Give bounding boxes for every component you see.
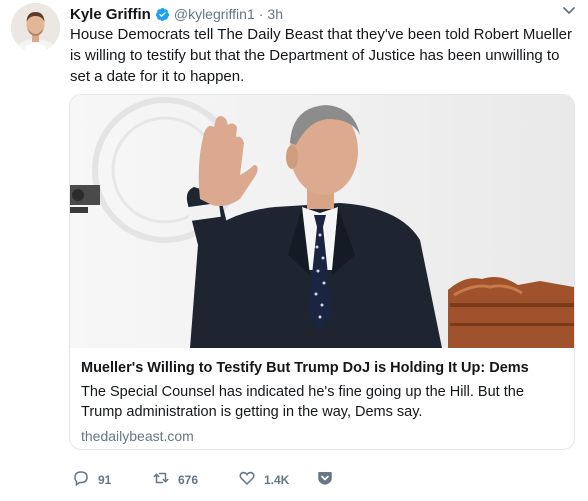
reply-icon	[72, 469, 90, 492]
heart-icon	[238, 469, 256, 492]
card-image	[70, 95, 574, 348]
card-title[interactable]: Mueller's Willing to Testify But Trump D…	[81, 359, 566, 378]
like-button[interactable]: 1.4K	[238, 470, 289, 490]
tweet[interactable]: Kyle Griffin @kylegriffin1 · 3h House De…	[0, 0, 588, 501]
like-count: 1.4K	[264, 473, 290, 487]
retweet-button[interactable]: 676	[152, 470, 198, 490]
share-icon	[316, 469, 334, 492]
card-description: The Special Counsel has indicated he's f…	[81, 384, 524, 420]
tweet-text: House Democrats tell The Daily Beast tha…	[70, 26, 573, 85]
avatar-image	[11, 3, 60, 52]
chevron-down-icon[interactable]	[560, 4, 578, 18]
tweet-header: Kyle Griffin @kylegriffin1 · 3h	[70, 5, 283, 23]
avatar[interactable]	[11, 3, 60, 52]
share-button[interactable]	[316, 470, 334, 490]
action-bar: 91 676 1.4K	[72, 470, 352, 490]
author-handle[interactable]: @kylegriffin1	[174, 6, 255, 22]
link-card[interactable]: Mueller's Willing to Testify But Trump D…	[69, 94, 575, 450]
reply-count: 91	[98, 473, 112, 487]
timestamp[interactable]: 3h	[267, 6, 283, 22]
retweet-icon	[152, 469, 170, 492]
retweet-count: 676	[178, 473, 199, 487]
card-body: Mueller's Willing to Testify But Trump D…	[81, 359, 566, 444]
reply-button[interactable]: 91	[72, 470, 111, 490]
author-name[interactable]: Kyle Griffin	[70, 6, 151, 23]
separator-dot: ·	[258, 6, 264, 22]
card-domain[interactable]: thedailybeast.com	[81, 428, 566, 444]
verified-badge-icon	[155, 7, 170, 22]
